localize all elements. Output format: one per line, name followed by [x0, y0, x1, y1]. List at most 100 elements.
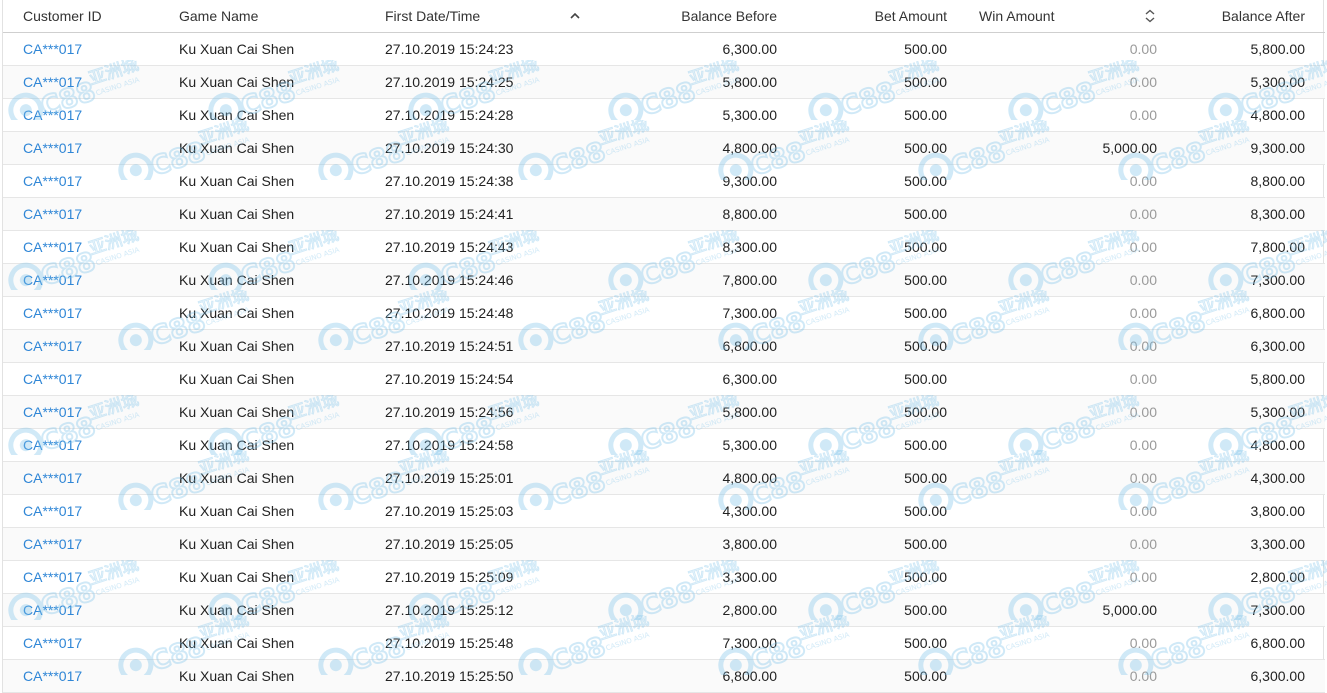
balance-before-cell: 3,300.00	[597, 560, 799, 594]
balance-after-cell: 5,800.00	[1171, 362, 1325, 396]
win-amount-cell: 0.00	[953, 527, 1171, 561]
first-date-cell: 27.10.2019 15:25:12	[385, 593, 597, 627]
win-amount-cell: 0.00	[953, 329, 1171, 363]
sort-both-icon[interactable]	[1144, 9, 1156, 23]
customer-id-link[interactable]: CA***017	[23, 635, 82, 651]
customer-id-link[interactable]: CA***017	[23, 173, 82, 189]
balance-after-cell: 2,800.00	[1171, 560, 1325, 594]
win-amount-cell: 5,000.00	[953, 593, 1171, 627]
game-name-cell: Ku Xuan Cai Shen	[179, 395, 385, 429]
first-date-cell: 27.10.2019 15:24:38	[385, 164, 597, 198]
customer-id-cell: CA***017	[3, 659, 179, 693]
customer-id-link[interactable]: CA***017	[23, 140, 82, 156]
bet-amount-cell: 500.00	[799, 197, 953, 231]
balance-before-cell: 4,800.00	[597, 461, 799, 495]
win-amount-cell: 0.00	[953, 560, 1171, 594]
customer-id-link[interactable]: CA***017	[23, 371, 82, 387]
customer-id-link[interactable]: CA***017	[23, 569, 82, 585]
game-name-cell: Ku Xuan Cai Shen	[179, 593, 385, 627]
bet-amount-cell: 500.00	[799, 65, 953, 99]
sort-ascending-icon[interactable]	[569, 9, 581, 23]
bet-amount-cell: 500.00	[799, 461, 953, 495]
customer-id-cell: CA***017	[3, 131, 179, 165]
balance-before-cell: 9,300.00	[597, 164, 799, 198]
customer-id-link[interactable]: CA***017	[23, 437, 82, 453]
table-body: CA***017 Ku Xuan Cai Shen 27.10.2019 15:24…	[3, 32, 1325, 693]
bet-amount-cell: 500.00	[799, 164, 953, 198]
game-name-cell: Ku Xuan Cai Shen	[179, 428, 385, 462]
customer-id-cell: CA***017	[3, 65, 179, 99]
customer-id-link[interactable]: CA***017	[23, 404, 82, 420]
win-amount-cell: 0.00	[953, 626, 1171, 660]
bet-amount-cell: 500.00	[799, 362, 953, 396]
game-name-cell: Ku Xuan Cai Shen	[179, 263, 385, 297]
customer-id-link[interactable]: CA***017	[23, 239, 82, 255]
column-header-balance-before[interactable]: Balance Before	[597, 0, 799, 33]
bet-history-table-container: Customer ID Game Name First Date/Time Ba…	[2, 0, 1325, 693]
balance-before-cell: 7,300.00	[597, 296, 799, 330]
customer-id-cell: CA***017	[3, 428, 179, 462]
first-date-cell: 27.10.2019 15:24:46	[385, 263, 597, 297]
customer-id-cell: CA***017	[3, 395, 179, 429]
balance-before-cell: 8,800.00	[597, 197, 799, 231]
bet-amount-cell: 500.00	[799, 296, 953, 330]
customer-id-link[interactable]: CA***017	[23, 107, 82, 123]
table-row: CA***017 Ku Xuan Cai Shen 27.10.2019 15:25…	[3, 560, 1325, 594]
column-header-win-amount[interactable]: Win Amount	[953, 0, 1171, 33]
balance-before-cell: 5,300.00	[597, 428, 799, 462]
game-name-cell: Ku Xuan Cai Shen	[179, 626, 385, 660]
customer-id-link[interactable]: CA***017	[23, 272, 82, 288]
balance-after-cell: 5,300.00	[1171, 395, 1325, 429]
win-amount-cell: 0.00	[953, 230, 1171, 264]
bet-amount-cell: 500.00	[799, 131, 953, 165]
bet-amount-cell: 500.00	[799, 626, 953, 660]
game-name-cell: Ku Xuan Cai Shen	[179, 296, 385, 330]
balance-after-cell: 8,300.00	[1171, 197, 1325, 231]
column-header-first-date[interactable]: First Date/Time	[385, 0, 597, 33]
bet-amount-cell: 500.00	[799, 263, 953, 297]
first-date-cell: 27.10.2019 15:24:30	[385, 131, 597, 165]
game-name-cell: Ku Xuan Cai Shen	[179, 461, 385, 495]
column-header-customer-id[interactable]: Customer ID	[3, 0, 179, 33]
customer-id-link[interactable]: CA***017	[23, 206, 82, 222]
column-header-game-name[interactable]: Game Name	[179, 0, 385, 33]
game-name-cell: Ku Xuan Cai Shen	[179, 230, 385, 264]
balance-after-cell: 7,300.00	[1171, 263, 1325, 297]
win-amount-cell: 0.00	[953, 659, 1171, 693]
balance-before-cell: 7,300.00	[597, 626, 799, 660]
customer-id-cell: CA***017	[3, 593, 179, 627]
table-row: CA***017 Ku Xuan Cai Shen 27.10.2019 15:24…	[3, 362, 1325, 396]
table-row: CA***017 Ku Xuan Cai Shen 27.10.2019 15:25…	[3, 626, 1325, 660]
header-row: Customer ID Game Name First Date/Time Ba…	[3, 0, 1325, 33]
win-amount-cell: 0.00	[953, 362, 1171, 396]
column-header-label: Win Amount	[979, 8, 1055, 24]
customer-id-cell: CA***017	[3, 461, 179, 495]
customer-id-cell: CA***017	[3, 560, 179, 594]
customer-id-link[interactable]: CA***017	[23, 536, 82, 552]
bet-amount-cell: 500.00	[799, 494, 953, 528]
column-header-bet-amount[interactable]: Bet Amount	[799, 0, 953, 33]
table-row: CA***017 Ku Xuan Cai Shen 27.10.2019 15:25…	[3, 527, 1325, 561]
balance-after-cell: 7,300.00	[1171, 593, 1325, 627]
bet-history-table: Customer ID Game Name First Date/Time Ba…	[3, 0, 1325, 693]
bet-amount-cell: 500.00	[799, 428, 953, 462]
balance-before-cell: 4,300.00	[597, 494, 799, 528]
bet-amount-cell: 500.00	[799, 395, 953, 429]
game-name-cell: Ku Xuan Cai Shen	[179, 329, 385, 363]
customer-id-link[interactable]: CA***017	[23, 74, 82, 90]
table-row: CA***017 Ku Xuan Cai Shen 27.10.2019 15:24…	[3, 263, 1325, 297]
customer-id-link[interactable]: CA***017	[23, 41, 82, 57]
customer-id-link[interactable]: CA***017	[23, 305, 82, 321]
win-amount-cell: 0.00	[953, 263, 1171, 297]
column-header-label: Balance After	[1221, 8, 1305, 24]
customer-id-link[interactable]: CA***017	[23, 602, 82, 618]
customer-id-link[interactable]: CA***017	[23, 338, 82, 354]
column-header-label: Customer ID	[23, 8, 102, 24]
win-amount-cell: 0.00	[953, 494, 1171, 528]
balance-before-cell: 7,800.00	[597, 263, 799, 297]
customer-id-link[interactable]: CA***017	[23, 470, 82, 486]
win-amount-cell: 0.00	[953, 296, 1171, 330]
customer-id-link[interactable]: CA***017	[23, 668, 82, 684]
customer-id-link[interactable]: CA***017	[23, 503, 82, 519]
column-header-balance-after[interactable]: Balance After	[1171, 0, 1325, 33]
